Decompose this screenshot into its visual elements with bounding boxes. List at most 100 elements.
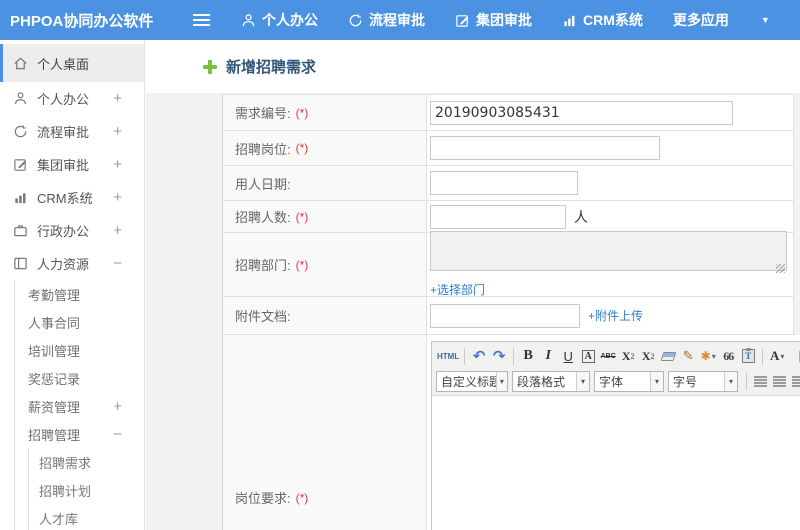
required-mark: (*) [295, 105, 309, 120]
sidebar-subitem-attendance[interactable]: 考勤管理 [15, 280, 144, 308]
select-department-link[interactable]: +选择部门 [430, 281, 485, 298]
editor-content[interactable] [432, 396, 800, 530]
toolbar-separator [513, 347, 515, 365]
subitem-label: 人事合同 [28, 315, 81, 331]
caret-down-icon: ▾ [780, 351, 785, 361]
label-text: 用人日期: [235, 176, 291, 192]
remove-format-button[interactable] [659, 346, 677, 366]
demand-no-input[interactable] [430, 100, 733, 125]
align-left-button[interactable] [754, 375, 767, 387]
subitem-label: 奖惩记录 [28, 371, 81, 387]
sidebar-subitem-recruit-plan[interactable]: 招聘计划 [29, 476, 144, 504]
page-title: 新增招聘需求 [226, 59, 317, 76]
collapse-icon[interactable]: − [113, 426, 122, 443]
bold-button[interactable]: B [519, 346, 537, 366]
nav-item-label: 流程审批 [369, 12, 425, 28]
sidebar-subitem-rewards[interactable]: 奖惩记录 [15, 364, 144, 392]
nav-item-label: 集团审批 [476, 12, 532, 28]
form-row-position: 招聘岗位: (*) [223, 131, 793, 166]
nav-item-crm[interactable]: CRM系统 [562, 10, 643, 30]
nav-item-personal-office[interactable]: 个人办公 [241, 10, 318, 30]
heading-select[interactable]: 自定义标题 ▾ [436, 370, 508, 392]
bar-chart-icon [564, 15, 575, 26]
strikethrough-button[interactable]: ABC [599, 346, 617, 366]
expand-icon[interactable]: + [113, 189, 122, 206]
subitem-label: 薪资管理 [28, 399, 81, 415]
toolbar-row-2: 自定义标题 ▾ 段落格式 ▾ 字体 ▾ 字号 ▾ [436, 369, 800, 393]
field-value [427, 131, 793, 165]
sidebar-subitem-recruit-demand[interactable]: 招聘需求 [29, 448, 144, 476]
font-size-select[interactable]: 字号 ▾ [668, 370, 738, 392]
nav-item-process-approval[interactable]: 流程审批 [348, 10, 425, 30]
hamburger-menu-button[interactable] [193, 14, 211, 26]
font-color-button[interactable]: A ▾ [768, 346, 786, 366]
caret-down-icon: ▾ [495, 371, 507, 391]
sidebar-subitem-training[interactable]: 培训管理 [15, 336, 144, 364]
attachment-upload-link[interactable]: +附件上传 [588, 307, 643, 324]
edit-icon [456, 14, 469, 27]
sidebar-item-group-approval[interactable]: 集团审批 + [0, 148, 144, 181]
main-content: 新增招聘需求 需求编号: (*) 招聘岗位: (*) [146, 40, 800, 530]
attachment-input[interactable] [430, 303, 580, 328]
hire-date-input[interactable] [430, 171, 578, 195]
boxed-a-button[interactable]: A [579, 346, 597, 366]
nav-item-label: 个人办公 [262, 12, 318, 28]
field-value: 人 [427, 201, 793, 232]
form-row-attachment: 附件文档: +附件上传 [223, 297, 793, 335]
format-brush-button[interactable]: ✎ [679, 346, 697, 366]
sidebar-item-personal-office[interactable]: 个人办公 + [0, 82, 144, 115]
form-area: 需求编号: (*) 招聘岗位: (*) 用人日期: [146, 93, 800, 530]
required-mark: (*) [295, 141, 309, 155]
highlight-color-button[interactable]: ✱ ▾ [699, 346, 717, 366]
clipboard-letter: T [745, 351, 752, 361]
sidebar-item-admin-office[interactable]: 行政办公 + [0, 214, 144, 247]
expand-icon[interactable]: + [113, 398, 122, 415]
superscript-button[interactable]: X2 [619, 346, 637, 366]
briefcase-icon [13, 223, 37, 238]
subitem-label: 招聘计划 [39, 483, 92, 499]
label-text: 岗位要求: [235, 491, 291, 506]
html-source-button[interactable]: HTML [437, 346, 459, 366]
sidebar-item-personal-desktop[interactable]: 个人桌面 [0, 44, 144, 82]
caret-down-icon[interactable]: ▼ [761, 15, 770, 25]
field-label-attachment: 附件文档: [223, 297, 427, 334]
edit-icon [13, 157, 37, 172]
collapse-icon[interactable]: − [113, 255, 122, 272]
sidebar-subitem-hr-contract[interactable]: 人事合同 [15, 308, 144, 336]
nav-item-group-approval[interactable]: 集团审批 [455, 10, 532, 30]
department-textarea[interactable] [430, 231, 787, 271]
paragraph-format-select[interactable]: 段落格式 ▾ [512, 370, 590, 392]
subscript-button[interactable]: X2 [639, 346, 657, 366]
field-label-position: 招聘岗位: (*) [223, 131, 427, 165]
rich-text-editor: HTML ↶ ↷ B I U A ABC X2 X 2 ✎ ✱ ▾ 66 T A… [431, 341, 800, 530]
sidebar-subitem-salary[interactable]: 薪资管理 + [15, 392, 144, 420]
paste-from-word-button[interactable]: T [739, 346, 757, 366]
sidebar-item-label: 人力资源 [37, 257, 90, 272]
blockquote-button[interactable]: 66 [719, 346, 737, 366]
sidebar-item-hr[interactable]: 人力资源 − [0, 247, 144, 280]
font-family-select[interactable]: 字体 ▾ [594, 370, 664, 392]
undo-button[interactable]: ↶ [470, 346, 488, 366]
align-center-button[interactable] [773, 375, 786, 387]
sidebar-item-process-approval[interactable]: 流程审批 + [0, 115, 144, 148]
caret-down-icon: ▾ [576, 371, 589, 391]
sidebar-item-crm[interactable]: CRM系统 + [0, 181, 144, 214]
subitem-label: 招聘需求 [39, 455, 92, 471]
position-input[interactable] [430, 136, 660, 160]
required-mark: (*) [295, 257, 309, 272]
italic-button[interactable]: I [539, 346, 557, 366]
expand-icon[interactable]: + [113, 90, 122, 107]
align-right-button[interactable] [792, 375, 800, 387]
sidebar-item-label: 个人办公 [37, 92, 90, 107]
sidebar-subitem-talent-pool[interactable]: 人才库 [29, 504, 144, 530]
redo-button[interactable]: ↷ [490, 346, 508, 366]
headcount-input[interactable] [430, 204, 566, 229]
expand-icon[interactable]: + [113, 123, 122, 140]
nav-item-more-apps[interactable]: 更多应用 [673, 10, 729, 30]
expand-icon[interactable]: + [113, 222, 122, 239]
expand-icon[interactable]: + [113, 156, 122, 173]
form-row-headcount: 招聘人数: (*) 人 [223, 201, 793, 233]
underline-button[interactable]: U [559, 346, 577, 366]
form-row-demand-no: 需求编号: (*) [223, 95, 793, 131]
sidebar-subitem-recruit-mgmt[interactable]: 招聘管理 − [15, 420, 144, 448]
